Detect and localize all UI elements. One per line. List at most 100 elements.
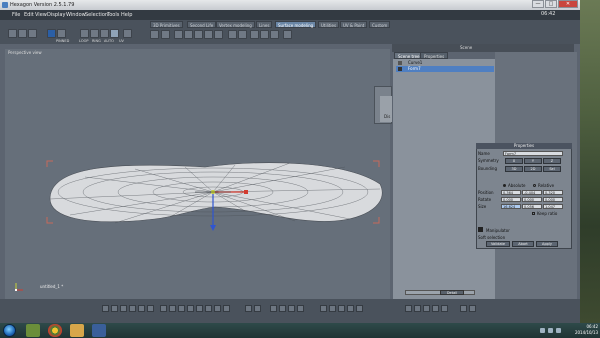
relative-radio[interactable] [533,184,536,187]
tab-lines[interactable]: Lines [256,21,273,28]
menu-selection[interactable]: Selection [85,12,108,18]
display-texture-icon[interactable] [205,305,212,312]
cap-tool-icon[interactable] [214,30,223,39]
display-ao-icon[interactable] [214,305,221,312]
rotate-x-field[interactable]: 0.000 [501,197,521,202]
menu-file[interactable]: File [12,12,20,18]
view-layout-icon[interactable] [138,305,145,312]
absolute-radio[interactable] [503,184,506,187]
position-x-field[interactable]: 0.364 [501,190,521,195]
maximize-button[interactable]: □ [545,0,557,8]
tab-custom[interactable]: Custom [369,21,391,28]
view-single-icon[interactable] [102,305,109,312]
validate-button[interactable]: Validate [486,241,510,247]
taskbar-app-icon[interactable] [26,324,40,337]
snap-icon[interactable] [245,305,252,312]
fill-tool-icon[interactable] [260,30,269,39]
tab-surface-modeling[interactable]: Surface modeling [275,21,317,28]
scale-tool-icon[interactable] [288,305,295,312]
rotate-z-field[interactable]: 0.000 [543,197,563,202]
viewport-scene[interactable] [5,49,390,299]
redo-icon[interactable] [414,305,421,312]
explorer-icon[interactable] [70,324,84,337]
tab-3d-primitives[interactable]: 3D Primitives [150,21,183,28]
display-wire-icon[interactable] [169,305,176,312]
uv-label[interactable]: UV [119,39,124,43]
ring-label[interactable]: RING [92,39,101,43]
hexagon-taskbar-icon[interactable] [92,324,106,337]
undo-icon[interactable] [405,305,412,312]
size-z-field[interactable]: 1.047 [543,204,563,209]
chrome-icon[interactable] [48,324,62,337]
manipulator-icon[interactable] [478,227,483,232]
edge-mode-icon[interactable] [57,29,66,38]
symmetry-y-button[interactable]: Y [524,158,542,164]
weld-tool-icon[interactable] [270,30,279,39]
menu-help[interactable]: Help [121,12,132,18]
component-mode-icon[interactable] [110,29,119,38]
vertex-mode-icon[interactable] [47,29,56,38]
display-shaded-icon[interactable] [160,305,167,312]
bounding-sel-button[interactable]: Sel [543,166,561,172]
render-icon[interactable] [432,305,439,312]
magnet-icon[interactable] [254,305,261,312]
pinned-label[interactable]: PINNED [56,39,69,43]
display-grid-icon[interactable] [223,305,230,312]
close-button[interactable]: ✕ [558,0,578,8]
group-mode-icon[interactable] [100,29,109,38]
bounding-2d-button[interactable]: 2D [524,166,542,172]
loft-tool-icon[interactable] [184,30,193,39]
menu-tools[interactable]: Tools [107,12,119,18]
birail-tool-icon[interactable] [194,30,203,39]
info-icon[interactable] [460,305,467,312]
name-field[interactable]: Form7 [503,151,563,156]
universal-tool-icon[interactable] [297,305,304,312]
view-quad-icon[interactable] [111,305,118,312]
menu-edit[interactable]: Edit [24,12,34,18]
menu-view[interactable]: View [35,12,47,18]
tree-item-form7[interactable]: Form7 [396,66,494,72]
uv-mode-icon[interactable] [123,29,132,38]
extrude-tool-icon[interactable] [150,30,159,39]
auto-label[interactable]: AUTO [104,39,114,43]
tab-properties[interactable]: Properties [420,52,449,59]
settings-icon[interactable] [441,305,448,312]
skin-tool-icon[interactable] [204,30,213,39]
visibility-icon[interactable] [398,67,402,71]
surface-tool-icon[interactable] [250,30,259,39]
keep-ratio-checkbox[interactable] [532,212,535,215]
position-z-field[interactable]: 0.320 [543,190,563,195]
abort-button[interactable]: Abort [512,241,534,247]
loop-label[interactable]: LOOP [79,39,88,43]
tab-second-life[interactable]: Second Life [187,21,217,28]
help-icon[interactable] [469,305,476,312]
camera-frame-icon[interactable] [347,305,354,312]
sweep-tool-icon[interactable] [174,30,183,39]
camera-orbit-icon[interactable] [338,305,345,312]
size-x-field[interactable]: 16.624 [501,204,521,209]
tray-network-icon[interactable] [540,328,545,333]
display-smooth-icon[interactable] [187,305,194,312]
tab-utilities[interactable]: Utilities [318,21,340,28]
menu-window[interactable]: Window [66,12,86,18]
lasso-tool-icon[interactable] [18,29,27,38]
apply-button[interactable]: Apply [536,241,558,247]
menu-display[interactable]: Display [47,12,65,18]
tray-volume-icon[interactable] [548,328,553,333]
tray-flag-icon[interactable] [556,328,561,333]
tube-tool-icon[interactable] [228,30,237,39]
face-mode-icon[interactable] [80,29,89,38]
view-options-icon[interactable] [147,305,154,312]
detail-button[interactable]: Detail [440,290,464,295]
symmetry-x-button[interactable]: X [505,158,523,164]
move-tool-icon[interactable] [270,305,277,312]
paint-select-icon[interactable] [28,29,37,38]
camera-zoom-icon[interactable] [329,305,336,312]
tab-uv-paint[interactable]: UV & Paint [340,21,368,28]
object-mode-icon[interactable] [90,29,99,38]
bridge-tool-icon[interactable] [283,30,292,39]
lathe-tool-icon[interactable] [161,30,170,39]
history-icon[interactable] [423,305,430,312]
start-button-icon[interactable] [3,324,16,337]
symmetry-z-button[interactable]: Z [543,158,561,164]
